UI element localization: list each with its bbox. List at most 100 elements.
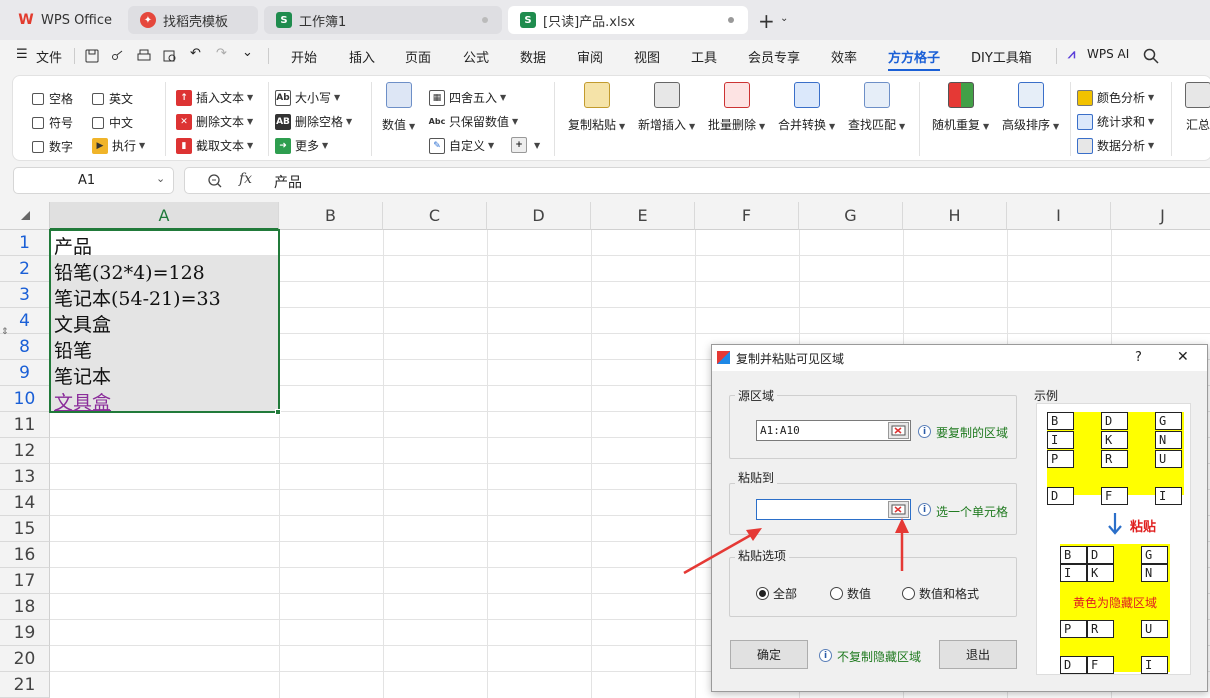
print-preview-icon[interactable] [162, 48, 178, 64]
undo-icon[interactable]: ↶ [190, 46, 201, 61]
tab-product-xlsx[interactable]: S [只读]产品.xlsx [508, 6, 748, 34]
menu-home[interactable]: 开始 [291, 47, 317, 66]
column-header-a[interactable]: A [50, 202, 279, 230]
exit-button[interactable]: 退出 [939, 640, 1017, 669]
column-header-f[interactable]: F [695, 202, 799, 230]
menu-page[interactable]: 页面 [405, 47, 431, 66]
execute-button[interactable]: ▶ 执行 ▼ [92, 137, 145, 154]
row-header-2[interactable]: 2 [0, 256, 50, 282]
summary-button[interactable]: 汇总 [1185, 82, 1210, 133]
column-header-d[interactable]: D [487, 202, 591, 230]
wps-ai-button[interactable]: WPS AI [1087, 47, 1129, 61]
fill-handle[interactable] [275, 409, 281, 415]
source-range-picker-icon[interactable] [888, 422, 909, 439]
color-analysis-button[interactable]: 颜色分析 ▼ [1077, 89, 1154, 106]
extract-text-button[interactable]: ▮ 截取文本 ▼ [176, 137, 253, 154]
row-header-19[interactable]: 19 [0, 620, 50, 646]
cell-a9[interactable]: 笔记本 [54, 362, 111, 389]
cell-a4[interactable]: 文具盒 [54, 310, 111, 337]
quick-access-chevron-icon[interactable]: ⌄ [242, 45, 253, 60]
menu-data[interactable]: 数据 [520, 47, 546, 66]
row-header-3[interactable]: 3 [0, 282, 50, 308]
radio-values[interactable]: 数值 [830, 585, 871, 602]
data-analysis-button[interactable]: 数据分析 ▼ [1077, 137, 1154, 154]
search-icon[interactable] [1142, 47, 1160, 65]
menu-tools[interactable]: 工具 [691, 47, 717, 66]
menu-diy-toolbox[interactable]: DIY工具箱 [971, 47, 1032, 66]
fx-icon[interactable]: fx [239, 171, 252, 187]
insert-text-button[interactable]: ↑ 插入文本 ▼ [176, 89, 253, 106]
stat-sum-button[interactable]: 统计求和 ▼ [1077, 113, 1154, 130]
hamburger-icon[interactable]: ☰ [16, 47, 28, 62]
row-header-12[interactable]: 12 [0, 438, 50, 464]
cell-a10[interactable]: 文具盒 [54, 388, 111, 415]
share-icon[interactable] [110, 48, 126, 64]
cell-a8[interactable]: 铅笔 [54, 336, 92, 363]
menu-efficiency[interactable]: 效率 [831, 47, 857, 66]
menu-formula[interactable]: 公式 [463, 47, 489, 66]
row-header-13[interactable]: 13 [0, 464, 50, 490]
tab-workbook1[interactable]: S 工作簿1 [264, 6, 502, 34]
row-header-17[interactable]: 17 [0, 568, 50, 594]
menu-file[interactable]: 文件 [36, 47, 62, 66]
menu-fangfanggezi[interactable]: 方方格子 [888, 47, 940, 66]
ok-button[interactable]: 确定 [730, 640, 808, 669]
checkbox-number[interactable]: 数字 [32, 138, 73, 155]
radio-circle[interactable] [756, 587, 769, 600]
keep-value-button[interactable]: Abc 只保留数值 ▼ [429, 113, 519, 130]
row-header-14[interactable]: 14 [0, 490, 50, 516]
row-header-15[interactable]: 15 [0, 516, 50, 542]
merge-convert-button[interactable]: 合并转换 ▼ [778, 82, 835, 133]
random-repeat-button[interactable]: 随机重复 ▼ [932, 82, 989, 133]
select-all-corner[interactable] [0, 202, 50, 230]
paste-target-picker-icon[interactable] [888, 501, 909, 518]
radio-values-and-format[interactable]: 数值和格式 [902, 585, 979, 602]
menu-insert[interactable]: 插入 [349, 47, 375, 66]
row-header-1[interactable]: 1 [0, 230, 50, 256]
print-icon[interactable] [136, 48, 152, 64]
cell-a1[interactable]: 产品 [54, 232, 92, 259]
custom-button[interactable]: ✎ 自定义 ▼ [429, 137, 494, 154]
row-header-10[interactable]: 10 [0, 386, 50, 412]
cell-a3[interactable]: 笔记本(54-21)=33 [54, 284, 221, 311]
tab-wps-office[interactable]: W WPS Office [6, 6, 124, 34]
checkbox-box[interactable] [32, 92, 44, 105]
row-header-11[interactable]: 11 [0, 412, 50, 438]
radio-circle[interactable] [830, 587, 843, 600]
help-button[interactable]: ? [1135, 350, 1142, 365]
column-header-c[interactable]: C [383, 202, 487, 230]
checkbox-symbol[interactable]: 符号 [32, 114, 73, 131]
delete-text-button[interactable]: ✕ 删除文本 ▼ [176, 113, 253, 130]
hidden-rows-icon[interactable]: ⇕ [1, 327, 9, 337]
find-match-button[interactable]: 查找匹配 ▼ [848, 82, 905, 133]
column-header-g[interactable]: G [799, 202, 903, 230]
zoom-icon[interactable] [207, 173, 223, 189]
copy-paste-button[interactable]: 复制粘贴 ▼ [568, 82, 625, 133]
save-icon[interactable] [84, 48, 100, 64]
checkbox-box[interactable] [32, 140, 44, 153]
tab-docer[interactable]: ✦ 找稻壳模板 [128, 6, 258, 34]
formula-content[interactable]: 产品 [274, 172, 302, 192]
batch-delete-button[interactable]: 批量删除 ▼ [708, 82, 765, 133]
column-header-j[interactable]: J [1111, 202, 1210, 230]
row-header-16[interactable]: 16 [0, 542, 50, 568]
checkbox-box[interactable] [32, 116, 44, 129]
value-button[interactable]: 数值 ▼ [382, 82, 415, 133]
tab-list-chevron-icon[interactable]: ⌄ [780, 13, 788, 24]
row-header-8[interactable]: 8 [0, 334, 50, 360]
chevron-down-icon[interactable]: ⌄ [156, 172, 165, 185]
delete-space-button[interactable]: AB 删除空格 ▼ [275, 113, 352, 130]
row-header-9[interactable]: 9 [0, 360, 50, 386]
more-button[interactable]: ➜ 更多 ▼ [275, 137, 328, 154]
formula-bar[interactable]: fx 产品 [184, 167, 1210, 194]
menu-review[interactable]: 审阅 [577, 47, 603, 66]
checkbox-english[interactable]: 英文 [92, 90, 133, 107]
checkbox-chinese[interactable]: 中文 [92, 114, 133, 131]
new-tab-button[interactable]: + [758, 9, 775, 33]
case-button[interactable]: Ab 大小写 ▼ [275, 89, 340, 106]
menu-view[interactable]: 视图 [634, 47, 660, 66]
column-header-e[interactable]: E [591, 202, 695, 230]
close-icon[interactable]: ✕ [1177, 349, 1189, 365]
column-header-i[interactable]: I [1007, 202, 1111, 230]
checkbox-space[interactable]: 空格 [32, 90, 73, 107]
